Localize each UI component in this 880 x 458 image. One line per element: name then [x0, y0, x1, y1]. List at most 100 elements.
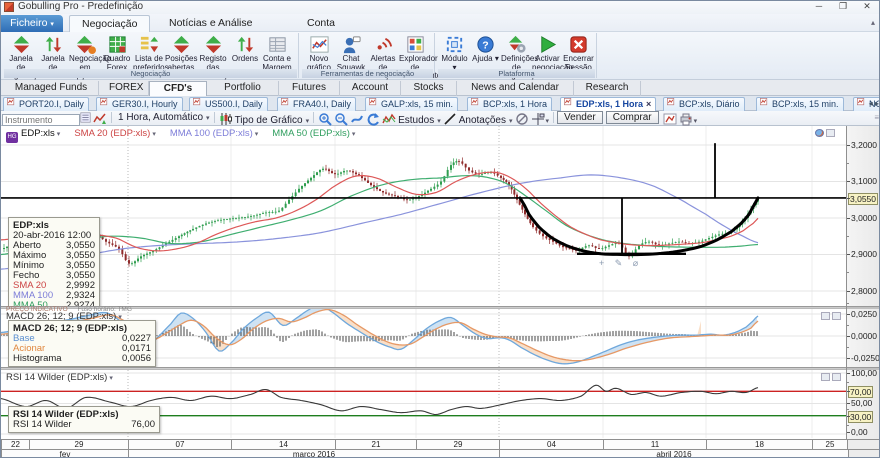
close-button[interactable]: ✕: [855, 1, 879, 13]
studies-button[interactable]: Estudos▾: [382, 112, 441, 125]
tooltip-row-value: 76,00: [131, 420, 155, 430]
workspace-tab-cfd-s[interactable]: CFD's ×: [149, 81, 207, 96]
menu-tab-not-cias-e-an-lise[interactable]: Notícias e Análise: [157, 15, 264, 32]
chevron-down-icon: ▾: [546, 118, 550, 125]
chart-tab-fra40-i-daily[interactable]: FRA40.I, Daily: [277, 97, 356, 111]
workspace-tab-futures[interactable]: Futures: [279, 81, 340, 96]
panel-close-icon[interactable]: [832, 373, 841, 381]
list-icon[interactable]: [80, 115, 91, 126]
instrument-chart-button[interactable]: [93, 112, 107, 125]
sell-button[interactable]: Vender: [557, 111, 603, 124]
ribbon-button-janela-de-ordens[interactable]: Janela de Ordens ▾: [37, 34, 69, 70]
menu-tab-negocia-o[interactable]: Negociação: [69, 15, 150, 32]
pair-thin-icon: [37, 34, 69, 55]
annotation-edit-icons[interactable]: + ✎ ⌀: [599, 258, 642, 269]
ribbon-button-explorador-de-instrumento[interactable]: Explorador de Instrumento: [399, 34, 431, 70]
workspace-tab-news-and-calendar[interactable]: News and Calendar: [457, 81, 574, 96]
panel-control-icons[interactable]: [819, 312, 841, 322]
chevron-down-icon: ▾: [57, 131, 61, 138]
panel-restore-icon[interactable]: [821, 312, 830, 320]
undo-button[interactable]: [366, 112, 380, 125]
chart-tab-label: BCP:xls, 1 Hora: [483, 99, 547, 109]
rsi-legend[interactable]: RSI 14 Wilder (EDP:xls)▾: [6, 372, 113, 383]
ribbon-button-posi-es-abertas[interactable]: Posições abertas: [165, 34, 197, 70]
workspace-tab-stocks[interactable]: Stocks: [401, 81, 457, 96]
ribbon-button-defini-es-de-negocia-o[interactable]: Definições de Negociação: [501, 34, 532, 70]
crosshair-button[interactable]: ▾: [531, 112, 550, 125]
legend-item-2[interactable]: MMA 100 (EDP:xls)▾: [170, 128, 258, 139]
chart-tab-close-icon[interactable]: ×: [646, 99, 651, 109]
chart-tab-edp-xls-1-hora[interactable]: EDP:xls, 1 Hora×: [560, 97, 656, 111]
chart-tab-bcp-xls-15-min-[interactable]: BCP:xls, 15 min.: [756, 97, 844, 111]
period-button[interactable]: 1 Hora, Automático▾: [116, 112, 210, 125]
workspace-tab-research[interactable]: Research: [574, 81, 641, 96]
axis-label: 0,0000: [851, 331, 877, 341]
x-axis-corner: [848, 449, 880, 458]
ribbon-group: Módulo ▾?Ajuda ▾Definições de Negociação…: [437, 33, 597, 78]
axis-minor-tick: [847, 382, 849, 383]
ribbon-button-ordens[interactable]: Ordens: [229, 34, 261, 70]
panel-restore-icon[interactable]: [821, 373, 830, 381]
panel-restore-icon[interactable]: [826, 129, 835, 137]
maximize-button[interactable]: ❐: [831, 1, 855, 13]
toolbar-label: Anotações: [457, 115, 508, 126]
x-axis-month-cell: março 2016: [128, 449, 499, 458]
minimize-button[interactable]: ─: [807, 1, 831, 13]
eraser-button[interactable]: [515, 112, 529, 125]
print-button[interactable]: ▾: [679, 112, 698, 125]
panel-control-icons[interactable]: [819, 373, 841, 383]
ribbon-button-registo-das-transac-es[interactable]: Registo das transacções: [197, 34, 229, 70]
workspace-tab-account[interactable]: Account: [340, 81, 401, 96]
chart-type-button[interactable]: Tipo de Gráfico▾: [219, 112, 310, 125]
ribbon-button-chat-squawk[interactable]: Chat Squawk: [335, 34, 367, 70]
chart-snapshot-button[interactable]: [663, 112, 677, 125]
chart-clock-icon[interactable]: [815, 129, 824, 137]
file-menu-button[interactable]: Ficheiro ▾: [1, 15, 63, 32]
ribbon-button-janela-de-negocia-o[interactable]: Janela de negociação ▾: [5, 34, 37, 70]
chart-tab-scroll[interactable]: ◂ ▸: [869, 99, 879, 108]
panel-control-icons[interactable]: [813, 129, 835, 139]
legend-item-3[interactable]: MMA 50 (EDP:xls)▾: [272, 128, 355, 139]
ribbon-button-negocia-o-em-op-es[interactable]: Negociação em opções ▾: [69, 34, 101, 70]
buy-button[interactable]: Comprar: [606, 111, 659, 124]
ribbon-collapse-icon[interactable]: ▴: [871, 18, 875, 27]
zoom-in-button[interactable]: [318, 112, 332, 125]
instrument-input[interactable]: [2, 114, 80, 126]
chart-tab-galp-xls-15-min-[interactable]: GALP:xls, 15 min.: [365, 97, 458, 111]
legend-item-0[interactable]: EDP:xls▾: [21, 128, 60, 139]
ribbon-button-conta-e-margem[interactable]: Conta e Margem: [261, 34, 293, 70]
ribbon-button-alertas-de-pre-o[interactable]: Alertas de Preço: [367, 34, 399, 70]
annotations-button[interactable]: Anotações▾: [443, 112, 513, 125]
ribbon-button-m-dulo[interactable]: Módulo ▾: [439, 34, 470, 70]
toolbar-grip[interactable]: ≡: [874, 113, 879, 122]
workspace-tab-portfolio[interactable]: Portfolio: [207, 81, 279, 96]
workspace-tab-forex[interactable]: FOREX: [99, 81, 149, 96]
ribbon-button-encerrar-sess-o[interactable]: Encerrar Sessão: [563, 34, 594, 70]
zoom-out-button[interactable]: [334, 112, 348, 125]
chart-tab-label: US500.I, Daily: [205, 99, 263, 109]
panel-close-icon[interactable]: [832, 312, 841, 320]
legend-item-1[interactable]: SMA 20 (EDP:xls)▾: [74, 128, 156, 139]
chart-tab-us500-i-daily[interactable]: US500.I, Daily: [189, 97, 268, 111]
chart-tab-ger30-i-hourly[interactable]: GER30.I, Hourly: [96, 97, 183, 111]
menu-tab-conta[interactable]: Conta: [295, 15, 347, 32]
workspace-tab-managed-funds[interactable]: Managed Funds: [4, 81, 99, 96]
ribbon-button-novo-gr-fico[interactable]: Novo gráfico: [303, 34, 335, 70]
pan-button[interactable]: [350, 112, 364, 125]
chart-tab-bcp-xls-di-rio[interactable]: BCP:xls, Diário: [663, 97, 745, 111]
chart-tab-bcp-xls-1-hora[interactable]: BCP:xls, 1 Hora: [467, 97, 552, 111]
x-axis-date-cell: 11: [603, 439, 706, 449]
ribbon-group-label: Ferramentas de negociação: [302, 69, 433, 78]
chart-tab-bar: PORT20.I, Daily GER30.I, Hourly US500.I, D…: [1, 96, 880, 111]
ribbon-button-ajuda[interactable]: ?Ajuda ▾: [470, 34, 501, 70]
help-icon: ?: [470, 34, 501, 55]
instrument-input[interactable]: [2, 112, 91, 125]
table-gray-icon: [261, 34, 293, 55]
ribbon-button-activar-negocia-o[interactable]: Activar negociação: [532, 34, 563, 70]
legend-label: SMA 20 (EDP:xls): [74, 128, 150, 139]
chart-tab-port20-i-daily[interactable]: PORT20.I, Daily: [3, 97, 89, 111]
ribbon-button-quadro-forex[interactable]: Quadro Forex: [101, 34, 133, 70]
axis-tick: [847, 416, 850, 417]
ribbon-button-lista-de-preferidos[interactable]: Lista de preferidos: [133, 34, 165, 70]
toolbar-separator: [313, 112, 314, 123]
